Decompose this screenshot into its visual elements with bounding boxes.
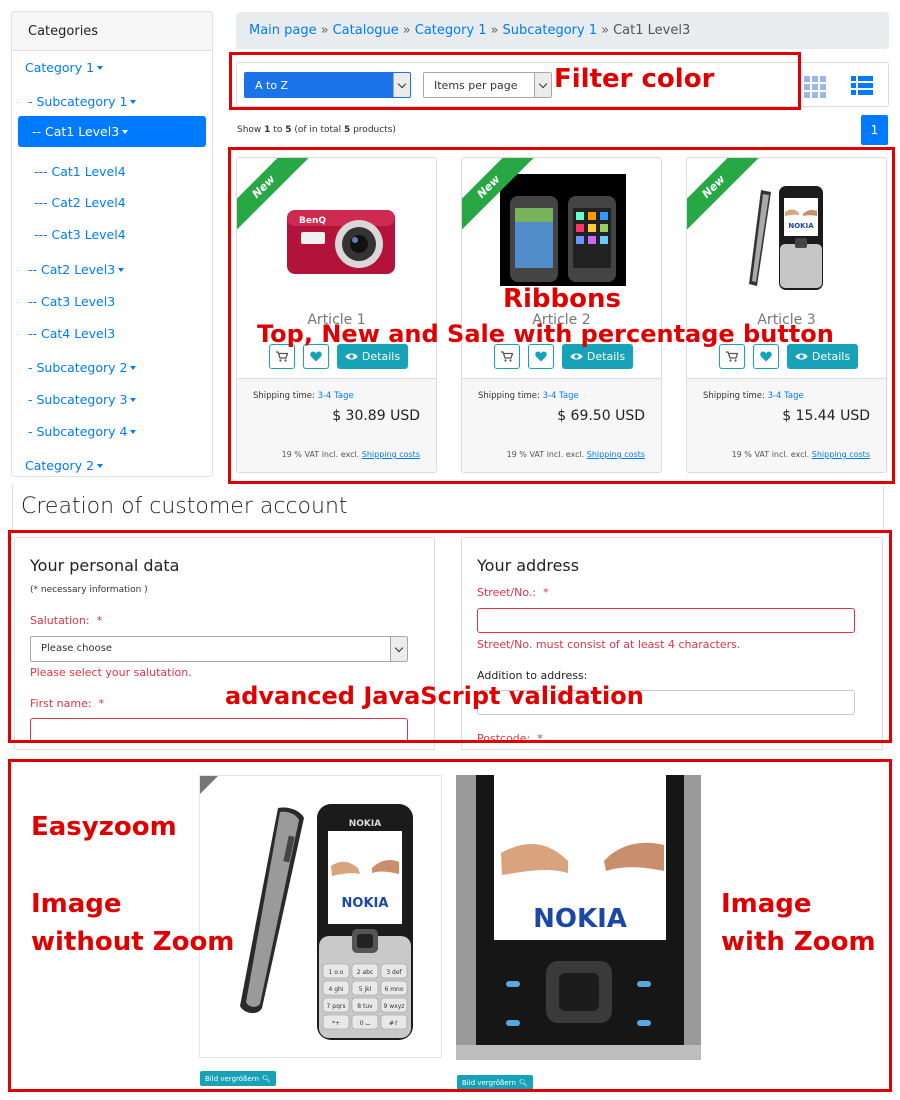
sidebar-item-label: -- Cat3 Level3 xyxy=(28,294,116,309)
page-title: Creation of customer account xyxy=(21,494,348,519)
sidebar-item-label: Category 1 xyxy=(25,60,95,75)
breadcrumb-catalogue[interactable]: Catalogue xyxy=(333,23,399,38)
grid-view-icon[interactable] xyxy=(804,76,826,98)
sidebar-item-label: Category 2 xyxy=(25,458,95,473)
sidebar-item-label: - Subcategory 1 xyxy=(28,94,128,109)
sidebar-item[interactable]: -- Cat3 Level3 xyxy=(28,294,115,309)
annotation-filter-color: Filter color xyxy=(554,64,715,94)
sidebar-item-label: -- Cat2 Level3 xyxy=(28,262,116,277)
sidebar-item[interactable]: - Subcategory 2 xyxy=(28,360,137,375)
caret-down-icon xyxy=(97,66,104,70)
annotation-without-zoom-1: Image xyxy=(31,889,122,919)
annotation-with-zoom-1: Image xyxy=(721,889,812,919)
annotation-without-zoom-2: without Zoom xyxy=(31,927,235,957)
breadcrumb-separator: » xyxy=(320,23,329,38)
sidebar-title: Categories xyxy=(12,12,212,51)
result-count: Show 1 to 5 (of in total 5 products) xyxy=(237,125,396,135)
breadcrumb-separator: » xyxy=(402,23,411,38)
sidebar-item-label: - Subcategory 4 xyxy=(28,424,128,439)
sidebar-item[interactable]: --- Cat2 Level4 xyxy=(34,195,126,210)
annotation-box-filter xyxy=(229,52,801,110)
sidebar-item[interactable]: Category 2 xyxy=(25,458,104,473)
annotation-box-easyzoom xyxy=(8,759,892,1092)
breadcrumb-separator: » xyxy=(490,23,499,38)
sidebar-item-label: --- Cat1 Level4 xyxy=(34,164,126,179)
caret-down-icon xyxy=(118,268,125,272)
annotation-ribbons: Ribbons xyxy=(503,284,622,314)
sidebar-item[interactable]: -- Cat2 Level3 xyxy=(28,262,125,277)
sidebar-item-label: --- Cat2 Level4 xyxy=(34,195,126,210)
caret-down-icon xyxy=(97,464,104,468)
sidebar-item[interactable]: Category 1 xyxy=(25,60,104,75)
sidebar-item-label: - Subcategory 2 xyxy=(28,360,128,375)
caret-down-icon xyxy=(130,366,137,370)
sidebar-item-label: - Subcategory 3 xyxy=(28,392,128,407)
category-sidebar: Categories Category 1 - Subcategory 1 -- C… xyxy=(11,11,213,477)
sidebar-item[interactable]: - Subcategory 3 xyxy=(28,392,137,407)
breadcrumb-current: Cat1 Level3 xyxy=(613,23,691,38)
annotation-box-validation xyxy=(8,530,892,743)
annotation-easyzoom: Easyzoom xyxy=(31,812,177,842)
breadcrumb: Main page» Catalogue» Category 1» Subcatego… xyxy=(236,12,889,49)
annotation-with-zoom-2: with Zoom xyxy=(721,927,876,957)
annotation-ribbons-sub: Top, New and Sale with percentage button xyxy=(257,320,834,348)
sidebar-item[interactable]: - Subcategory 4 xyxy=(28,424,137,439)
annotation-validation: advanced JavaScript validation xyxy=(225,682,644,710)
sidebar-item-label: --- Cat3 Level4 xyxy=(34,227,126,242)
breadcrumb-subcategory[interactable]: Subcategory 1 xyxy=(503,23,598,38)
caret-down-icon xyxy=(130,398,137,402)
breadcrumb-main-page[interactable]: Main page xyxy=(249,23,317,38)
list-view-icon[interactable] xyxy=(851,76,873,97)
sidebar-item[interactable]: -- Cat4 Level3 xyxy=(28,326,115,341)
breadcrumb-separator: » xyxy=(601,23,610,38)
sidebar-item-label: -- Cat4 Level3 xyxy=(28,326,116,341)
breadcrumb-category[interactable]: Category 1 xyxy=(415,23,487,38)
caret-down-icon xyxy=(122,130,129,134)
caret-down-icon xyxy=(130,100,137,104)
sidebar-item[interactable]: --- Cat3 Level4 xyxy=(34,227,126,242)
sidebar-item[interactable]: - Subcategory 1 xyxy=(28,94,137,109)
pagination-page-1[interactable]: 1 xyxy=(861,115,888,145)
caret-down-icon xyxy=(130,430,137,434)
annotation-box-ribbons xyxy=(228,147,895,484)
sidebar-item[interactable]: --- Cat1 Level4 xyxy=(34,164,126,179)
sidebar-item-label: -- Cat1 Level3 xyxy=(32,124,120,139)
sidebar-item[interactable]: -- Cat1 Level3 xyxy=(18,116,206,147)
